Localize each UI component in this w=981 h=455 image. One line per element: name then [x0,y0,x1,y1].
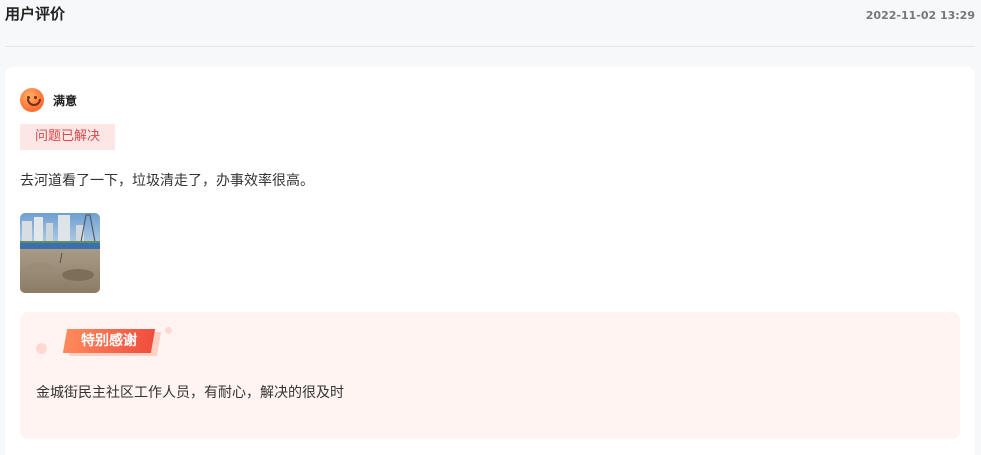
decor-dot [165,327,172,334]
decor-dot [36,343,47,354]
special-thanks-badge-label: 特别感谢 [81,333,137,349]
special-thanks-text: 金城街民主社区工作人员，有耐心，解决的很及时 [36,385,344,401]
page-title: 用户评价 [5,5,66,23]
special-thanks-badge: 特别感谢 [62,329,162,356]
review-card: 满意 问题已解决 去河道看了一下，垃圾清走了，办事效率很高。 特别感谢 金城街民… [5,67,975,455]
review-comment: 去河道看了一下，垃圾清走了，办事效率很高。 [20,173,314,189]
page-header: 用户评价 2022-11-02 13:29 [0,0,981,46]
rating-row: 满意 [20,88,77,112]
header-divider [5,46,975,47]
status-tag: 问题已解决 [20,124,116,150]
review-photo-thumbnail[interactable] [20,213,100,293]
review-timestamp: 2022-11-02 13:29 [865,9,975,22]
special-thanks-panel: 特别感谢 金城街民主社区工作人员，有耐心，解决的很及时 [20,312,960,439]
smile-face-icon [20,88,44,112]
riverside-photo-image [20,213,100,293]
rating-label: 满意 [53,93,78,108]
